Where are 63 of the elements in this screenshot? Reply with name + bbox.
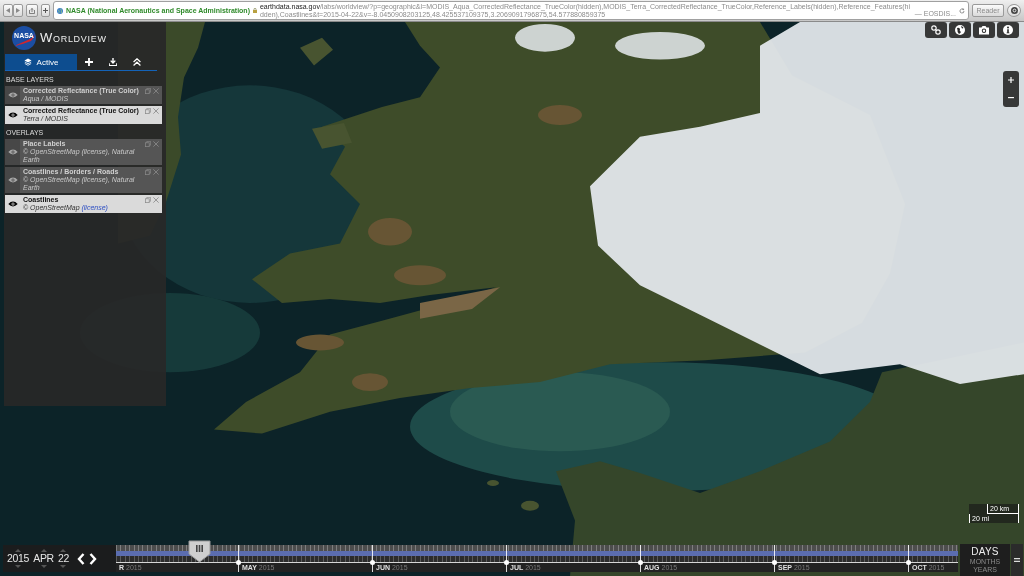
squares-icon[interactable] (145, 169, 151, 175)
eye-icon[interactable] (7, 112, 18, 118)
month-marker-icon (504, 560, 509, 565)
camera-icon (979, 25, 989, 35)
plus-icon (1008, 77, 1014, 83)
close-icon[interactable] (153, 108, 159, 114)
plus-icon (85, 58, 93, 66)
date-month[interactable]: APR (33, 553, 54, 564)
globe-icon (57, 7, 63, 14)
globe-icon (955, 25, 965, 35)
new-tab-button[interactable] (41, 4, 50, 17)
back-icon (6, 8, 10, 13)
down-arrow-icon[interactable] (40, 565, 47, 568)
eye-icon[interactable] (7, 201, 18, 207)
share-icon (29, 7, 35, 14)
month-marker-icon (772, 560, 777, 565)
close-icon[interactable] (153, 141, 159, 147)
down-arrow-icon[interactable] (15, 565, 22, 568)
ring-icon (1010, 7, 1018, 14)
camera-button[interactable] (973, 22, 995, 38)
lock-icon (252, 8, 257, 13)
up-arrow-icon[interactable] (60, 549, 67, 552)
share-button[interactable] (26, 4, 38, 17)
up-arrow-icon[interactable] (40, 549, 47, 552)
address-field[interactable] (53, 1, 969, 20)
timeline-handle[interactable] (187, 540, 211, 563)
down-arrow-icon[interactable] (60, 565, 67, 568)
info-button[interactable] (997, 22, 1019, 38)
squares-icon[interactable] (145, 88, 151, 94)
double-chevron-up-icon (133, 58, 141, 66)
month-marker-icon (638, 560, 643, 565)
timeline-menu-button[interactable] (1011, 544, 1023, 576)
next-day-icon[interactable] (88, 552, 97, 565)
link-button[interactable] (925, 22, 947, 38)
close-icon[interactable] (153, 88, 159, 94)
up-arrow-icon[interactable] (15, 549, 22, 552)
layers-icon (23, 58, 32, 66)
close-icon[interactable] (153, 169, 159, 175)
minus-icon (1008, 97, 1014, 99)
app-title: WORLDVIEW (40, 30, 107, 46)
back-button[interactable] (3, 4, 13, 17)
info-icon (1003, 25, 1013, 35)
zoom-level-option[interactable]: DAYS (971, 546, 999, 558)
active-tab[interactable]: Active (5, 54, 77, 70)
date-day[interactable]: 22 (57, 553, 69, 564)
download-icon (109, 58, 117, 66)
month-marker-icon (370, 560, 375, 565)
projection-button[interactable] (949, 22, 971, 38)
forward-icon (16, 8, 20, 13)
date-year[interactable]: 2015 (7, 553, 30, 564)
link-icon (931, 25, 941, 35)
month-marker-icon (236, 560, 241, 565)
squares-icon[interactable] (145, 108, 151, 114)
squares-icon[interactable] (145, 141, 151, 147)
reload-icon[interactable] (959, 7, 965, 14)
close-icon[interactable] (153, 197, 159, 203)
menu-icon (1014, 558, 1020, 562)
forward-button[interactable] (13, 4, 23, 17)
month-marker-icon (906, 560, 911, 565)
plus-icon (43, 8, 48, 13)
toolbar-button[interactable] (1007, 4, 1021, 17)
previous-day-icon[interactable] (76, 552, 85, 565)
squares-icon[interactable] (145, 197, 151, 203)
